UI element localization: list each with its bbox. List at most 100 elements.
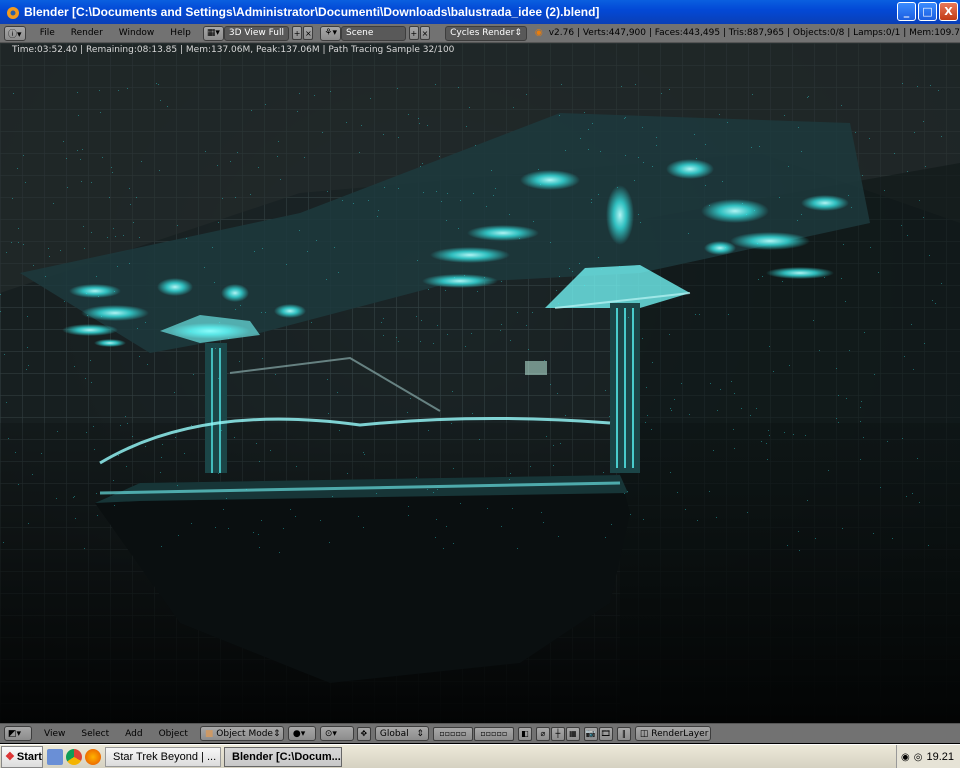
render-noise-speck: [81, 181, 82, 182]
render-noise-speck: [924, 343, 925, 344]
maximize-button[interactable]: □: [918, 2, 937, 21]
render-layer-select[interactable]: ◫ RenderLayer: [634, 726, 711, 741]
window-title-bar[interactable]: Blender [C:\Documents and Settings\Admin…: [0, 0, 960, 24]
render-noise-speck: [91, 382, 92, 383]
render-noise-speck: [601, 269, 602, 270]
add-screen-icon[interactable]: +: [291, 26, 303, 40]
clock[interactable]: 19.21: [926, 751, 954, 763]
snap-icon[interactable]: ⌀: [535, 726, 550, 741]
render-noise-speck: [339, 430, 340, 431]
render-noise-speck: [670, 408, 671, 409]
render-noise-speck: [141, 161, 142, 162]
render-noise-speck: [408, 114, 409, 115]
layer-grid-icon[interactable]: ▫▫▫▫▫: [432, 726, 473, 741]
render-noise-speck: [6, 252, 7, 253]
render-noise-speck: [557, 393, 558, 394]
screen-layout-icon-button[interactable]: ▦▾: [202, 25, 224, 41]
render-noise-speck: [591, 199, 592, 200]
interaction-mode-select[interactable]: ■ Object Mode ⇕: [199, 726, 284, 741]
render-noise-speck: [328, 413, 329, 414]
render-noise-speck: [754, 210, 755, 211]
render-noise-speck: [884, 190, 885, 191]
snap-element-icon[interactable]: ┼: [550, 726, 565, 741]
menu-help[interactable]: Help: [162, 28, 199, 38]
render-noise-speck: [193, 374, 194, 375]
render-noise-speck: [407, 412, 408, 413]
render-noise-speck: [277, 156, 278, 157]
render-noise-speck: [86, 432, 87, 433]
render-noise-speck: [222, 198, 223, 199]
render-noise-speck: [15, 452, 16, 453]
start-button[interactable]: ❖ Start: [1, 745, 43, 768]
render-noise-speck: [517, 548, 518, 549]
menu-file[interactable]: File: [32, 28, 63, 38]
tray-volume-icon[interactable]: ◎: [914, 752, 923, 763]
render-noise-speck: [640, 222, 641, 223]
render-image-icon[interactable]: 📷: [583, 726, 598, 741]
screen-layout-field[interactable]: 3D View Full: [223, 25, 289, 41]
render-noise-speck: [923, 121, 924, 122]
render-noise-speck: [513, 107, 514, 108]
render-noise-speck: [327, 191, 328, 192]
pause-icon[interactable]: ‖: [616, 726, 631, 741]
pivot-point-select[interactable]: ⊙▾: [319, 726, 354, 741]
layer-lock-icon[interactable]: ◧: [517, 726, 532, 741]
render-noise-speck: [376, 493, 377, 494]
render-engine-select[interactable]: Cycles Render ⇕: [445, 25, 527, 41]
render-noise-speck: [96, 493, 97, 494]
tray-network-icon[interactable]: ◉: [901, 752, 910, 763]
minimize-button[interactable]: _: [897, 2, 916, 21]
task-chrome-star-trek[interactable]: Star Trek Beyond | ...: [105, 746, 221, 767]
add-scene-icon[interactable]: +: [408, 26, 419, 40]
render-noise-speck: [919, 200, 920, 201]
transform-orientation-select[interactable]: Global ⇕: [374, 726, 429, 741]
close-button[interactable]: X: [939, 2, 958, 21]
layer-buttons[interactable]: ▫▫▫▫▫ ▫▫▫▫▫: [432, 726, 515, 741]
menu-window[interactable]: Window: [111, 28, 163, 38]
menu-select[interactable]: Select: [73, 729, 117, 739]
render-noise-speck: [725, 247, 726, 248]
editor-type-button[interactable]: ⓘ▾: [4, 25, 26, 41]
snap-target-icon[interactable]: ▦: [565, 726, 580, 741]
render-noise-speck: [734, 448, 735, 449]
scene-icon-button[interactable]: ⚘▾: [320, 25, 341, 41]
render-noise-speck: [275, 374, 276, 375]
task-blender[interactable]: Blender [C:\Docum...: [224, 746, 342, 767]
render-noise-speck: [435, 84, 436, 85]
render-animation-icon[interactable]: 🎞: [598, 726, 613, 741]
render-noise-speck: [695, 314, 696, 315]
viewport-shading-select[interactable]: ●▾: [287, 726, 316, 741]
render-noise-speck: [322, 132, 323, 133]
render-noise-speck: [27, 347, 28, 348]
firefox-icon[interactable]: [85, 748, 101, 765]
chrome-icon[interactable]: [66, 748, 82, 765]
render-noise-speck: [501, 324, 502, 325]
render-noise-speck: [819, 350, 820, 351]
render-noise-speck: [919, 502, 920, 503]
manipulator-toggle-icon[interactable]: ✥: [356, 726, 371, 741]
scene-field[interactable]: Scene: [340, 25, 406, 41]
layer-grid-icon-2[interactable]: ▫▫▫▫▫: [473, 726, 514, 741]
render-noise-speck: [120, 425, 121, 426]
render-noise-speck: [91, 182, 92, 183]
remove-screen-icon[interactable]: ×: [303, 26, 314, 40]
menu-object[interactable]: Object: [151, 729, 196, 739]
render-noise-speck: [368, 200, 369, 201]
render-noise-speck: [694, 134, 695, 135]
3d-view-editor-type-button[interactable]: ◩▾: [4, 726, 32, 741]
render-noise-speck: [439, 156, 440, 157]
render-noise-speck: [332, 496, 333, 497]
render-noise-speck: [530, 466, 531, 467]
render-noise-speck: [894, 153, 895, 154]
remove-scene-icon[interactable]: ×: [419, 26, 431, 40]
show-desktop-icon[interactable]: [47, 748, 63, 765]
menu-add[interactable]: Add: [117, 729, 150, 739]
render-noise-speck: [161, 457, 162, 458]
menu-render[interactable]: Render: [63, 28, 111, 38]
render-noise-speck: [283, 528, 284, 529]
3d-viewport-render[interactable]: Time:03:52.40 | Remaining:08:13.85 | Mem…: [0, 43, 960, 723]
task-label: Star Trek Beyond | ...: [113, 750, 217, 763]
shading-sphere-icon: ●▾: [292, 728, 306, 739]
menu-view[interactable]: View: [36, 729, 73, 739]
render-noise-speck: [696, 158, 697, 159]
